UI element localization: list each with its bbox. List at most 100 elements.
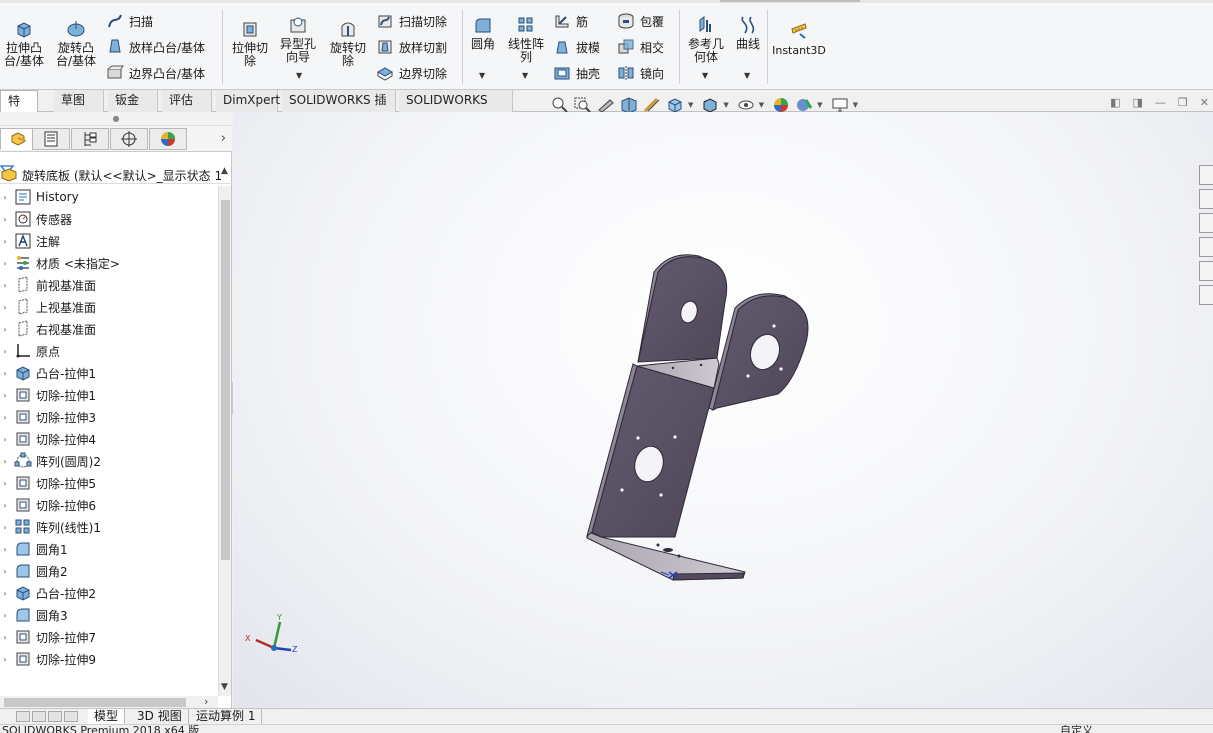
graphics-area[interactable]: Y X Z <box>233 112 1213 708</box>
expand-arrow-icon[interactable]: › <box>0 347 10 356</box>
expand-arrow-icon[interactable]: › <box>0 369 10 378</box>
restore-icon[interactable]: ❐ <box>1178 96 1188 109</box>
bracket-part-model[interactable] <box>586 254 809 581</box>
wrap-button[interactable]: 包覆 <box>617 10 664 32</box>
tree-item[interactable]: › 材质 <未指定> <box>0 252 218 274</box>
property-manager-tab[interactable] <box>32 128 70 150</box>
linear-pattern-dropdown-arrow[interactable]: ▼ <box>522 71 528 80</box>
tree-item[interactable]: › 阵列(线性)1 <box>0 516 218 538</box>
extrude-boss-button[interactable]: 拉伸凸 台/基体 <box>2 18 46 68</box>
scroll-right-icon[interactable]: › <box>204 695 208 708</box>
panel-grip[interactable]: ● <box>0 112 232 126</box>
boundary-cut-button[interactable]: 边界切除 <box>376 62 447 84</box>
expand-arrow-icon[interactable]: › <box>0 655 10 664</box>
expand-arrow-icon[interactable]: › <box>0 193 10 202</box>
tree-item[interactable]: › 原点 <box>0 340 218 362</box>
expand-arrow-icon[interactable]: › <box>0 567 10 576</box>
tab-solidworks-addins[interactable]: SOLIDWORKS 插件 <box>282 90 396 128</box>
lofted-cut-button[interactable]: 放样切割 <box>376 36 447 58</box>
solidworks-resources-tab[interactable] <box>1199 165 1213 185</box>
tab-evaluate[interactable]: 评估 <box>162 90 212 112</box>
reference-geometry-dropdown-arrow[interactable]: ▼ <box>702 71 708 80</box>
expand-arrow-icon[interactable]: › <box>0 259 10 268</box>
expand-arrow-icon[interactable]: › <box>0 237 10 246</box>
tree-item[interactable]: › 阵列(圆周)2 <box>0 450 218 472</box>
curves-dropdown-arrow[interactable]: ▼ <box>744 71 750 80</box>
tree-item[interactable]: › 凸台-拉伸2 <box>0 582 218 604</box>
view-orientation-dropdown-arrow[interactable]: ▼ <box>688 101 693 109</box>
hide-show-dropdown-arrow[interactable]: ▼ <box>759 101 764 109</box>
tree-item[interactable]: › 圆角2 <box>0 560 218 582</box>
tree-vertical-scrollbar[interactable]: ▲ ▼ <box>218 166 231 696</box>
tile-right-icon[interactable]: ◨ <box>1133 96 1143 109</box>
tree-item[interactable]: › 切除-拉伸6 <box>0 494 218 516</box>
display-manager-tab[interactable] <box>149 128 187 150</box>
appearances-tab[interactable] <box>1199 261 1213 281</box>
display-style-dropdown-arrow[interactable]: ▼ <box>723 101 728 109</box>
tree-item[interactable]: › 右视基准面 <box>0 318 218 340</box>
revolve-cut-button[interactable]: 旋转切 除 <box>326 18 370 68</box>
close-icon[interactable]: ✕ <box>1200 96 1209 109</box>
tree-scroll-thumb[interactable] <box>221 200 230 560</box>
expand-arrow-icon[interactable]: › <box>0 479 10 488</box>
fillet-dropdown-arrow[interactable]: ▼ <box>479 71 485 80</box>
tree-item[interactable]: › 切除-拉伸3 <box>0 406 218 428</box>
apply-scene-dropdown-arrow[interactable]: ▼ <box>817 101 822 109</box>
view-settings-dropdown-arrow[interactable]: ▼ <box>853 101 858 109</box>
expand-arrow-icon[interactable]: › <box>0 391 10 400</box>
curves-button[interactable]: 曲线 <box>732 14 764 51</box>
expand-arrow-icon[interactable]: › <box>0 589 10 598</box>
custom-properties-tab[interactable] <box>1199 285 1213 305</box>
expand-arrow-icon[interactable]: › <box>0 281 10 290</box>
expand-arrow-icon[interactable]: › <box>0 215 10 224</box>
shell-button[interactable]: 抽壳 <box>553 62 600 84</box>
dimxpert-manager-tab[interactable] <box>110 128 148 150</box>
tree-horizontal-scrollbar[interactable]: › <box>0 695 218 708</box>
expand-arrow-icon[interactable]: › <box>0 545 10 554</box>
tree-item[interactable]: › 注解 <box>0 230 218 252</box>
last-tab-icon[interactable] <box>64 711 78 722</box>
tree-root-part[interactable]: 旋转底板 (默认<<默认>_显示状态 1 <box>0 164 222 186</box>
rib-button[interactable]: 筋 <box>553 10 588 32</box>
linear-pattern-button[interactable]: 线性阵 列 <box>504 14 548 64</box>
tab-features[interactable]: 特征 <box>0 90 38 129</box>
tab-motion-study-1[interactable]: 运动算例 1 <box>190 709 263 724</box>
reference-geometry-button[interactable]: 参考几 何体 <box>684 14 728 64</box>
expand-arrow-icon[interactable]: › <box>0 457 10 466</box>
expand-arrow-icon[interactable]: › <box>0 633 10 642</box>
sweep-button[interactable]: 扫描 <box>106 10 153 32</box>
tile-left-icon[interactable]: ◧ <box>1110 96 1120 109</box>
instant3d-button[interactable]: Instant3D <box>772 20 826 57</box>
intersect-button[interactable]: 相交 <box>617 36 664 58</box>
tree-item[interactable]: › 圆角1 <box>0 538 218 560</box>
draft-button[interactable]: 拔模 <box>553 36 600 58</box>
status-units-text[interactable]: 自定义 <box>1060 725 1093 733</box>
expand-arrow-icon[interactable]: › <box>0 325 10 334</box>
expand-arrow-icon[interactable]: › <box>0 611 10 620</box>
design-library-tab[interactable] <box>1199 189 1213 209</box>
tab-model[interactable]: 模型 <box>88 709 126 724</box>
tree-item[interactable]: › 圆角3 <box>0 604 218 626</box>
tab-sketch[interactable]: 草图 <box>54 90 104 112</box>
previous-tab-icon[interactable] <box>32 711 46 722</box>
view-palette-tab[interactable] <box>1199 237 1213 257</box>
chevron-right-icon[interactable]: › <box>221 131 226 146</box>
configuration-manager-tab[interactable] <box>71 128 109 150</box>
first-tab-icon[interactable] <box>16 711 30 722</box>
tree-item[interactable]: › 上视基准面 <box>0 296 218 318</box>
tree-item[interactable]: › 切除-拉伸5 <box>0 472 218 494</box>
revolve-boss-button[interactable]: 旋转凸 台/基体 <box>54 18 98 68</box>
expand-arrow-icon[interactable]: › <box>0 303 10 312</box>
tree-item[interactable]: › History <box>0 186 218 208</box>
tree-item[interactable]: › 切除-拉伸4 <box>0 428 218 450</box>
boundary-boss-button[interactable]: 边界凸台/基体 <box>106 62 205 84</box>
minimize-icon[interactable]: — <box>1155 96 1166 109</box>
expand-arrow-icon[interactable]: › <box>0 523 10 532</box>
tree-item[interactable]: › 切除-拉伸1 <box>0 384 218 406</box>
mirror-button[interactable]: 镜向 <box>617 62 664 84</box>
next-tab-icon[interactable] <box>48 711 62 722</box>
tree-hscroll-thumb[interactable] <box>4 698 186 707</box>
file-explorer-tab[interactable] <box>1199 213 1213 233</box>
fillet-button[interactable]: 圆角 <box>466 14 500 51</box>
hole-wizard-dropdown-arrow[interactable]: ▼ <box>296 71 302 80</box>
